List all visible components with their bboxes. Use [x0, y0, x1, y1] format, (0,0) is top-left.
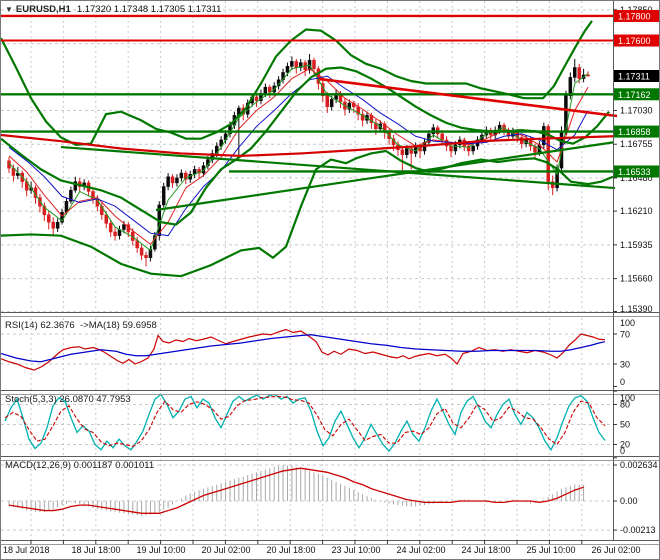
date-label: 24 Jul 18:00 — [461, 545, 510, 555]
stoch-indicator-label: Stoch(5,3,3) 26.0870 47.7953 — [5, 394, 131, 405]
price-tick-label: 1.15935 — [620, 240, 653, 250]
date-label: 20 Jul 18:00 — [266, 545, 315, 555]
candle-body — [290, 61, 294, 67]
price-badge-label: 1.17311 — [618, 71, 650, 81]
candle-body — [113, 231, 117, 236]
date-label: 24 Jul 02:00 — [396, 545, 445, 555]
candle-body — [122, 224, 126, 230]
candle-body — [471, 145, 475, 152]
candle-body — [179, 172, 184, 179]
date-label: 25 Jul 10:00 — [526, 545, 575, 555]
candle-body — [263, 86, 268, 94]
candle-body — [440, 133, 444, 141]
candle-body — [573, 67, 577, 78]
candle-body — [139, 247, 144, 256]
indicator-tick-label: 70 — [620, 330, 630, 340]
price-tick-label: 1.15660 — [620, 274, 653, 284]
candle-body — [268, 86, 272, 93]
candle-body — [64, 201, 69, 213]
candle-body — [577, 67, 581, 79]
candle-body — [51, 221, 55, 229]
indicator-tick-label: 0 — [620, 377, 625, 387]
indicator-tick-label: 0 — [620, 446, 625, 456]
candle-body — [453, 144, 458, 152]
candle-body — [294, 61, 299, 68]
candle-body — [166, 176, 170, 187]
price-badge: 1.17162 — [614, 88, 659, 101]
indicator-tick-label: 50 — [620, 420, 630, 430]
indicator-tick-label: 100 — [620, 318, 635, 328]
price-badge: 1.16533 — [614, 165, 659, 178]
chart-title: ▼ EURUSD,H1 1.17320 1.17348 1.17305 1.1731… — [5, 4, 221, 15]
candle-body — [108, 223, 113, 233]
date-label: 23 Jul 10:00 — [331, 545, 380, 555]
rsi-indicator-label: RSI(14) 62.3676 ->MA(18) 59.6958 — [5, 320, 157, 331]
date-label: 18 Jul 18:00 — [71, 545, 120, 555]
candle-body — [170, 176, 175, 184]
candle-body — [405, 148, 409, 155]
candle-body — [175, 177, 179, 184]
candle-body — [144, 255, 148, 259]
candle-body — [325, 95, 329, 108]
date-label: 20 Jul 02:00 — [201, 545, 250, 555]
candle-body — [329, 99, 334, 108]
price-badge-label: 1.16533 — [618, 167, 651, 177]
candle-body — [400, 149, 405, 155]
date-label: 18 Jul 2018 — [3, 545, 50, 555]
indicator-tick-label: 80 — [620, 400, 630, 410]
candle-body — [55, 221, 60, 229]
price-badge-label: 1.16858 — [618, 127, 651, 137]
candle-body — [449, 145, 453, 152]
price-badge: 1.17800 — [614, 9, 659, 22]
price-badge: 1.17600 — [614, 34, 659, 47]
price-tick-label: 1.16755 — [620, 139, 653, 149]
indicator-tick-label: 0.002634 — [620, 460, 658, 470]
mt4-chart-window: 1.178501.175751.170301.167551.164801.162… — [0, 0, 660, 560]
candle-body — [161, 186, 166, 206]
price-badge-label: 1.17800 — [618, 11, 651, 21]
price-badge-label: 1.17600 — [618, 36, 651, 46]
date-label: 19 Jul 10:00 — [136, 545, 185, 555]
macd-indicator-label: MACD(12,26,9) 0.001187 0.001011 — [5, 460, 155, 471]
price-badge-label: 1.17162 — [618, 90, 651, 100]
price-tick-label: 1.16210 — [620, 206, 653, 216]
chart-canvas[interactable]: 1.178501.175751.170301.167551.164801.162… — [1, 1, 660, 560]
price-tick-label: 1.17030 — [620, 105, 653, 115]
price-badge: 1.16858 — [614, 125, 659, 138]
indicator-tick-label: 0.00 — [620, 496, 638, 506]
indicator-tick-label: -0.00213 — [620, 525, 656, 535]
price-badge: 1.17311 — [614, 69, 659, 82]
price-tick-label: 1.15390 — [620, 304, 653, 314]
candle-body — [47, 214, 51, 223]
date-label: 26 Jul 02:00 — [591, 545, 640, 555]
indicator-tick-label: 30 — [620, 360, 630, 370]
symbol-timeframe-label: EURUSD,H1 — [15, 4, 71, 15]
candle-body — [568, 77, 573, 96]
candle-body — [312, 59, 316, 69]
ohlc-values: 1.17320 1.17348 1.17305 1.17311 — [76, 4, 222, 15]
candle-body — [254, 96, 259, 101]
candle-body — [285, 66, 290, 73]
chevron-down-icon[interactable]: ▼ — [5, 5, 13, 14]
